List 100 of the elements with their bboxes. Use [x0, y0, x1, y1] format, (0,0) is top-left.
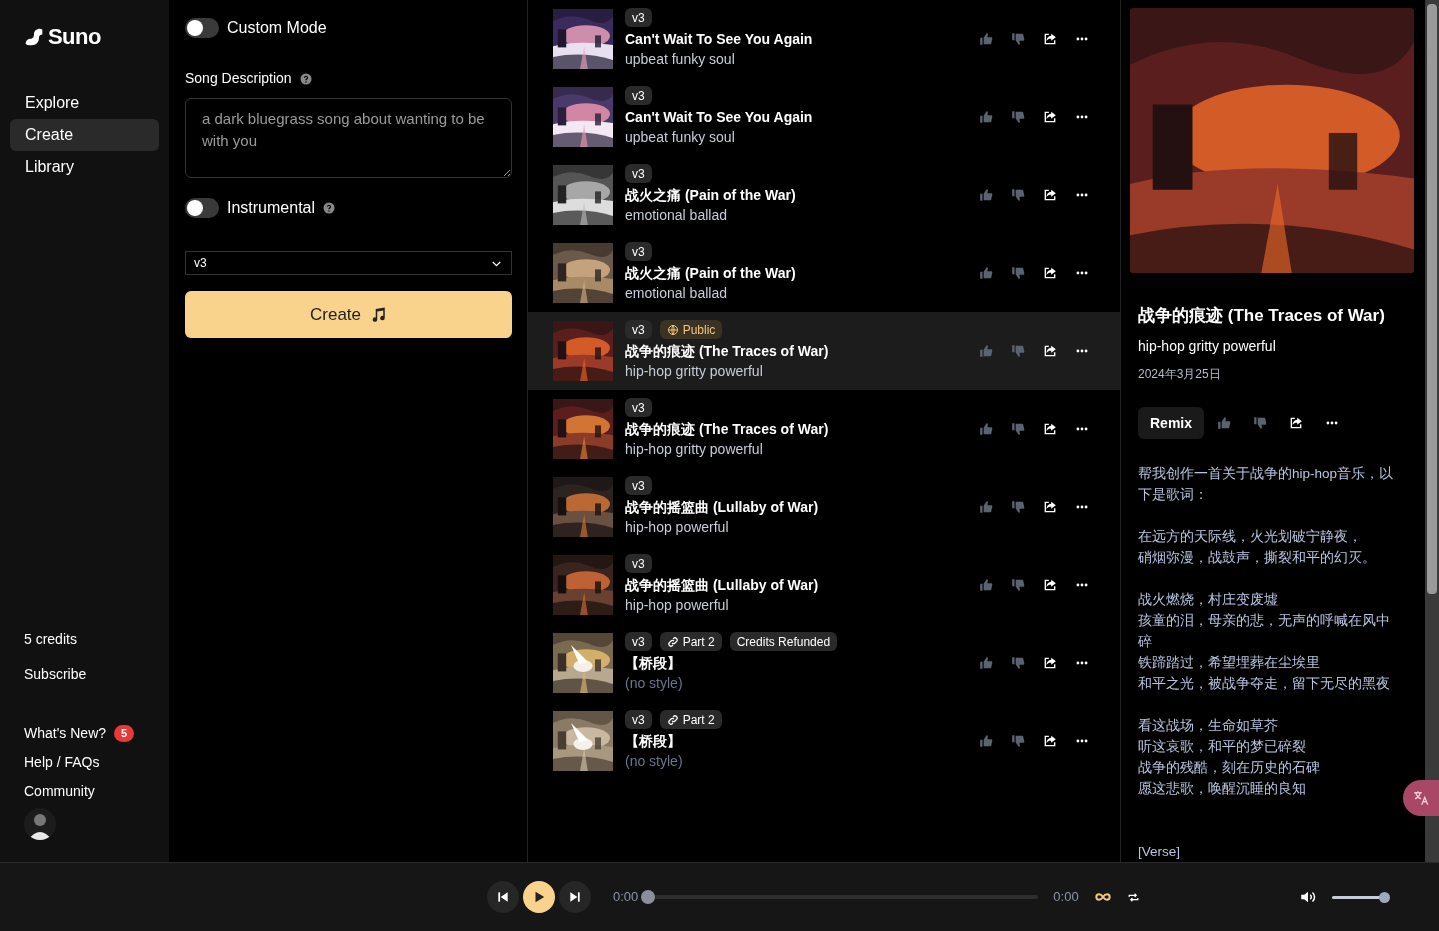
share-icon[interactable]	[1043, 344, 1057, 358]
thumbs-up-icon[interactable]	[979, 110, 993, 124]
lyric-line: 愿这悲歌，唤醒沉睡的良知	[1138, 780, 1307, 798]
thumbs-up-icon[interactable]	[979, 734, 993, 748]
thumbs-down-icon[interactable]	[1011, 656, 1025, 670]
song-row[interactable]: v3 战争的痕迹 (The Traces of War) hip-hop gritty powerful	[528, 390, 1120, 468]
song-row[interactable]: v3 战争的摇篮曲 (Lullaby of War) hip-hop powerful	[528, 468, 1120, 546]
share-icon[interactable]	[1289, 416, 1304, 430]
model-dropdown[interactable]: v3	[185, 251, 512, 275]
thumbs-down-icon[interactable]	[1253, 416, 1268, 430]
thumbs-down-icon[interactable]	[1011, 266, 1025, 280]
thumbs-down-icon[interactable]	[1011, 500, 1025, 514]
next-icon	[568, 890, 582, 904]
song-style: hip-hop gritty powerful	[625, 362, 764, 381]
lyric-line: 硝烟弥漫，战鼓声，撕裂和平的幻灭。	[1138, 549, 1377, 567]
progress-thumb[interactable]	[641, 890, 656, 904]
date-text: 2024年3月25日	[1138, 366, 1222, 383]
subscribe-link[interactable]: Subscribe	[10, 664, 159, 685]
remix-button[interactable]: Remix	[1138, 407, 1205, 439]
song-title: 战火之痛 (Pain of the War)	[625, 186, 797, 205]
lyric-line: 战火燃烧，村庄变废墟	[1138, 591, 1279, 609]
share-icon[interactable]	[1043, 188, 1057, 202]
thumbs-up-icon[interactable]	[979, 500, 993, 514]
nav-link[interactable]: Create	[10, 119, 159, 151]
sidebar-link[interactable]: Community	[24, 781, 95, 802]
song-title: 战争的痕迹 (The Traces of War)	[1138, 304, 1386, 327]
song-title: 【桥段】	[625, 654, 682, 673]
thumbs-down-icon[interactable]	[1011, 32, 1025, 46]
nav-link[interactable]: Explore	[10, 87, 159, 119]
song-row[interactable]: v3 Part 2 【桥段】 (no style)	[528, 702, 1120, 780]
song-style: hip-hop gritty powerful	[625, 440, 764, 459]
tag: v3	[625, 164, 652, 183]
lyric-line: 铁蹄踏过，希望埋葬在尘埃里	[1138, 654, 1321, 672]
description-field[interactable]: a dark bluegrass song about wanting to be with you	[185, 98, 512, 178]
thumbs-up-icon[interactable]	[979, 266, 993, 280]
tag: v3	[625, 86, 652, 105]
nav-link[interactable]: Library	[10, 151, 159, 183]
song-style: hip-hop powerful	[625, 596, 730, 615]
sidebar-link[interactable]: Help / FAQs	[24, 752, 100, 773]
song-title: 【桥段】	[625, 732, 682, 751]
lyric-line: 听这哀歌，和平的梦已碎裂	[1138, 738, 1307, 756]
tag: v3	[625, 320, 652, 339]
song-row[interactable]: v3 战火之痛 (Pain of the War) emotional ballad	[528, 234, 1120, 312]
thumbs-up-icon[interactable]	[979, 32, 993, 46]
song-row[interactable]: v3 Part 2 Credits Refunded 【桥段】 (no style)	[528, 624, 1120, 702]
tag: v3	[625, 8, 652, 27]
share-icon[interactable]	[1043, 110, 1057, 124]
tag: v3	[625, 398, 652, 417]
song-row[interactable]: v3 战火之痛 (Pain of the War) emotional ballad	[528, 156, 1120, 234]
thumbs-up-icon[interactable]	[979, 422, 993, 436]
play-button[interactable]	[523, 881, 555, 913]
previous-button[interactable]	[487, 881, 519, 913]
lyric-line: 孩童的泪，母亲的悲，无声的呼喊在风中碎	[1138, 612, 1391, 651]
toggle-label: Instrumental	[227, 198, 316, 218]
next-button[interactable]	[559, 881, 591, 913]
link-icon	[666, 713, 679, 726]
song-row[interactable]: v3 Can't Wait To See You Again upbeat funky soul	[528, 78, 1120, 156]
song-row[interactable]: v3 Can't Wait To See You Again upbeat funky soul	[528, 0, 1120, 78]
thumbs-up-icon[interactable]	[979, 578, 993, 592]
tag: Public	[659, 320, 723, 339]
thumbs-up-icon[interactable]	[979, 344, 993, 358]
toggle-switch[interactable]	[185, 18, 219, 38]
thumbs-up-icon[interactable]	[1217, 416, 1232, 430]
scrollbar[interactable]	[1425, 0, 1439, 862]
share-icon[interactable]	[1043, 578, 1057, 592]
create-button[interactable]: Create	[185, 291, 512, 338]
translate-button[interactable]	[1403, 780, 1439, 816]
lyric-line: 和平之光，被战争夺走，留下无尽的黑夜	[1138, 675, 1391, 693]
thumbs-down-icon[interactable]	[1011, 110, 1025, 124]
share-icon[interactable]	[1043, 422, 1057, 436]
time-text: 0:00	[613, 888, 639, 907]
thumbs-down-icon[interactable]	[1011, 578, 1025, 592]
sidebar-link[interactable]: What's New?	[24, 723, 107, 744]
thumbs-up-icon[interactable]	[979, 188, 993, 202]
toggle-switch[interactable]	[185, 198, 219, 218]
thumbs-down-icon[interactable]	[1011, 188, 1025, 202]
share-icon[interactable]	[1043, 32, 1057, 46]
share-icon[interactable]	[1043, 500, 1057, 514]
toggle-label: Custom Mode	[227, 18, 327, 38]
song-title: Can't Wait To See You Again	[625, 108, 814, 127]
share-icon[interactable]	[1043, 656, 1057, 670]
avatar[interactable]	[24, 808, 56, 840]
help-icon	[323, 202, 336, 214]
share-icon[interactable]	[1043, 266, 1057, 280]
credits-text: 5 credits	[23, 630, 78, 649]
logo-icon	[24, 26, 44, 47]
thumbs-down-icon[interactable]	[1011, 344, 1025, 358]
tag: Part 2	[659, 710, 722, 729]
song-title: 战争的痕迹 (The Traces of War)	[625, 342, 830, 361]
thumbs-down-icon[interactable]	[1011, 734, 1025, 748]
tag: Part 2	[659, 632, 722, 651]
previous-icon	[496, 890, 510, 904]
song-row[interactable]: v3 Public 战争的痕迹 (The Traces of War) hip-hop gritty powerful	[528, 312, 1120, 390]
globe-icon	[666, 323, 679, 336]
song-row[interactable]: v3 战争的摇篮曲 (Lullaby of War) hip-hop powerful	[528, 546, 1120, 624]
thumbs-up-icon[interactable]	[979, 656, 993, 670]
tag: v3	[625, 476, 652, 495]
share-icon[interactable]	[1043, 734, 1057, 748]
time-text: 0:00	[1053, 888, 1079, 907]
thumbs-down-icon[interactable]	[1011, 422, 1025, 436]
